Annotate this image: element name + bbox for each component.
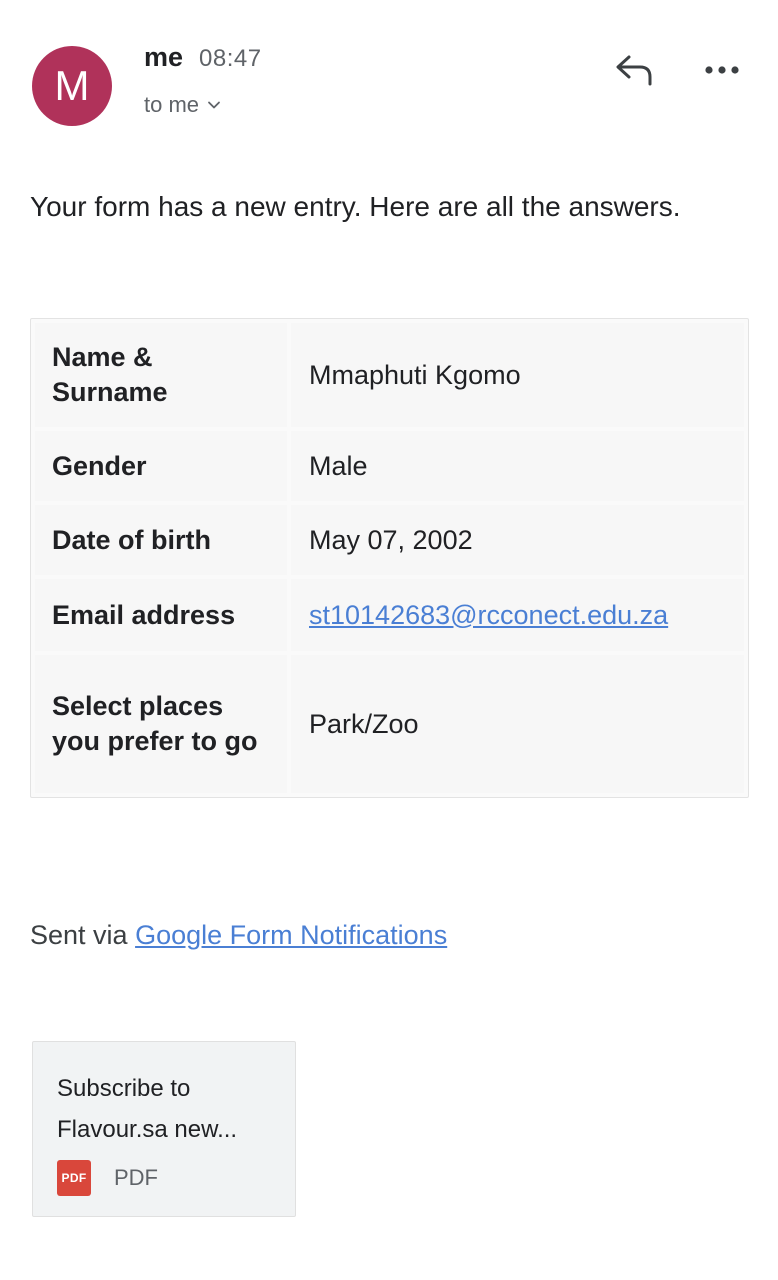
answer-cell: Mmaphuti Kgomo (291, 323, 744, 427)
answer-cell: Park/Zoo (291, 655, 744, 793)
table-row: Date of birth May 07, 2002 (35, 505, 744, 575)
question-cell: Date of birth (35, 505, 287, 575)
reply-icon (616, 55, 652, 86)
sender-line: me 08:47 (144, 42, 262, 73)
table-row: Email address st10142683@rcconect.edu.za (35, 579, 744, 651)
pdf-icon: PDF (57, 1160, 91, 1196)
pdf-attachment-card[interactable]: Subscribe to Flavour.sa new... PDF PDF (32, 1041, 296, 1217)
answers-table: Name & Surname Mmaphuti Kgomo Gender Mal… (30, 318, 749, 798)
email-view: M me 08:47 to me Your form has a new ent… (0, 0, 778, 1280)
footer-prefix: Sent via (30, 920, 128, 950)
sender-avatar[interactable]: M (32, 46, 112, 126)
reply-button[interactable] (612, 50, 656, 90)
sent-time: 08:47 (199, 45, 262, 72)
more-options-button[interactable] (700, 52, 744, 88)
email-address-link[interactable]: st10142683@rcconect.edu.za (309, 600, 668, 630)
message-intro: Your form has a new entry. Here are all … (30, 191, 681, 222)
answer-cell: Male (291, 431, 744, 501)
table-row: Name & Surname Mmaphuti Kgomo (35, 323, 744, 427)
attachment-type: PDF PDF (57, 1160, 158, 1196)
attachment-name: Subscribe to Flavour.sa new... (57, 1075, 238, 1143)
sender-name[interactable]: me (144, 42, 183, 73)
table-row: Gender Male (35, 431, 744, 501)
question-cell: Gender (35, 431, 287, 501)
chevron-down-icon (208, 101, 220, 109)
attachment-type-label: PDF (114, 1165, 158, 1190)
more-options-icon (705, 66, 739, 74)
recipient-toggle[interactable]: to me (144, 92, 221, 118)
answer-cell: May 07, 2002 (291, 505, 744, 575)
sent-via-footer: Sent via Google Form Notifications (30, 920, 447, 951)
google-form-notifications-link[interactable]: Google Form Notifications (135, 920, 447, 950)
answer-cell: st10142683@rcconect.edu.za (291, 579, 744, 651)
question-cell: Name & Surname (35, 323, 287, 427)
recipient-text: to me (144, 92, 200, 117)
question-cell: Email address (35, 579, 287, 651)
table-row: Select places you prefer to go Park/Zoo (35, 655, 744, 793)
question-cell: Select places you prefer to go (35, 655, 287, 793)
